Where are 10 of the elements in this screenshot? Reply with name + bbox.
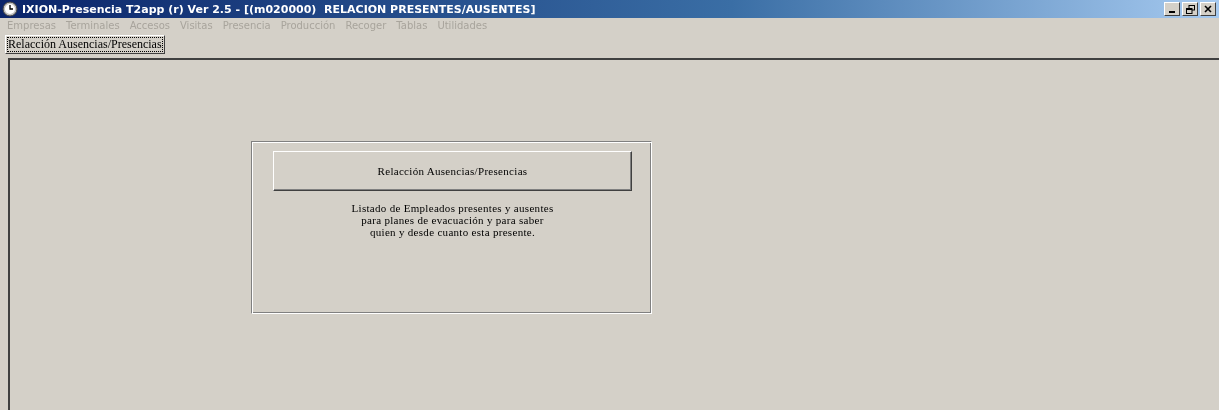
description-text: Listado de Empleados presentes y ausentes para planes de evacuación y para saber quien y desde cuanto esta presente. [351,202,554,238]
clock-icon [2,1,18,17]
report-button[interactable]: Relacción Ausencias/Presencias [273,151,632,191]
tab[interactable]: Relacción Ausencias/Presencias [5,35,165,54]
minimize-button[interactable] [1164,2,1180,16]
restore-icon [1185,4,1195,14]
restore-button[interactable] [1182,2,1198,16]
window-title: IXION-Presencia T2app (r) Ver 2.5 - [(m020000) RELACION PRESENTES/AUSENTES] [22,2,537,16]
close-button[interactable] [1200,2,1216,16]
close-icon [1204,5,1212,13]
